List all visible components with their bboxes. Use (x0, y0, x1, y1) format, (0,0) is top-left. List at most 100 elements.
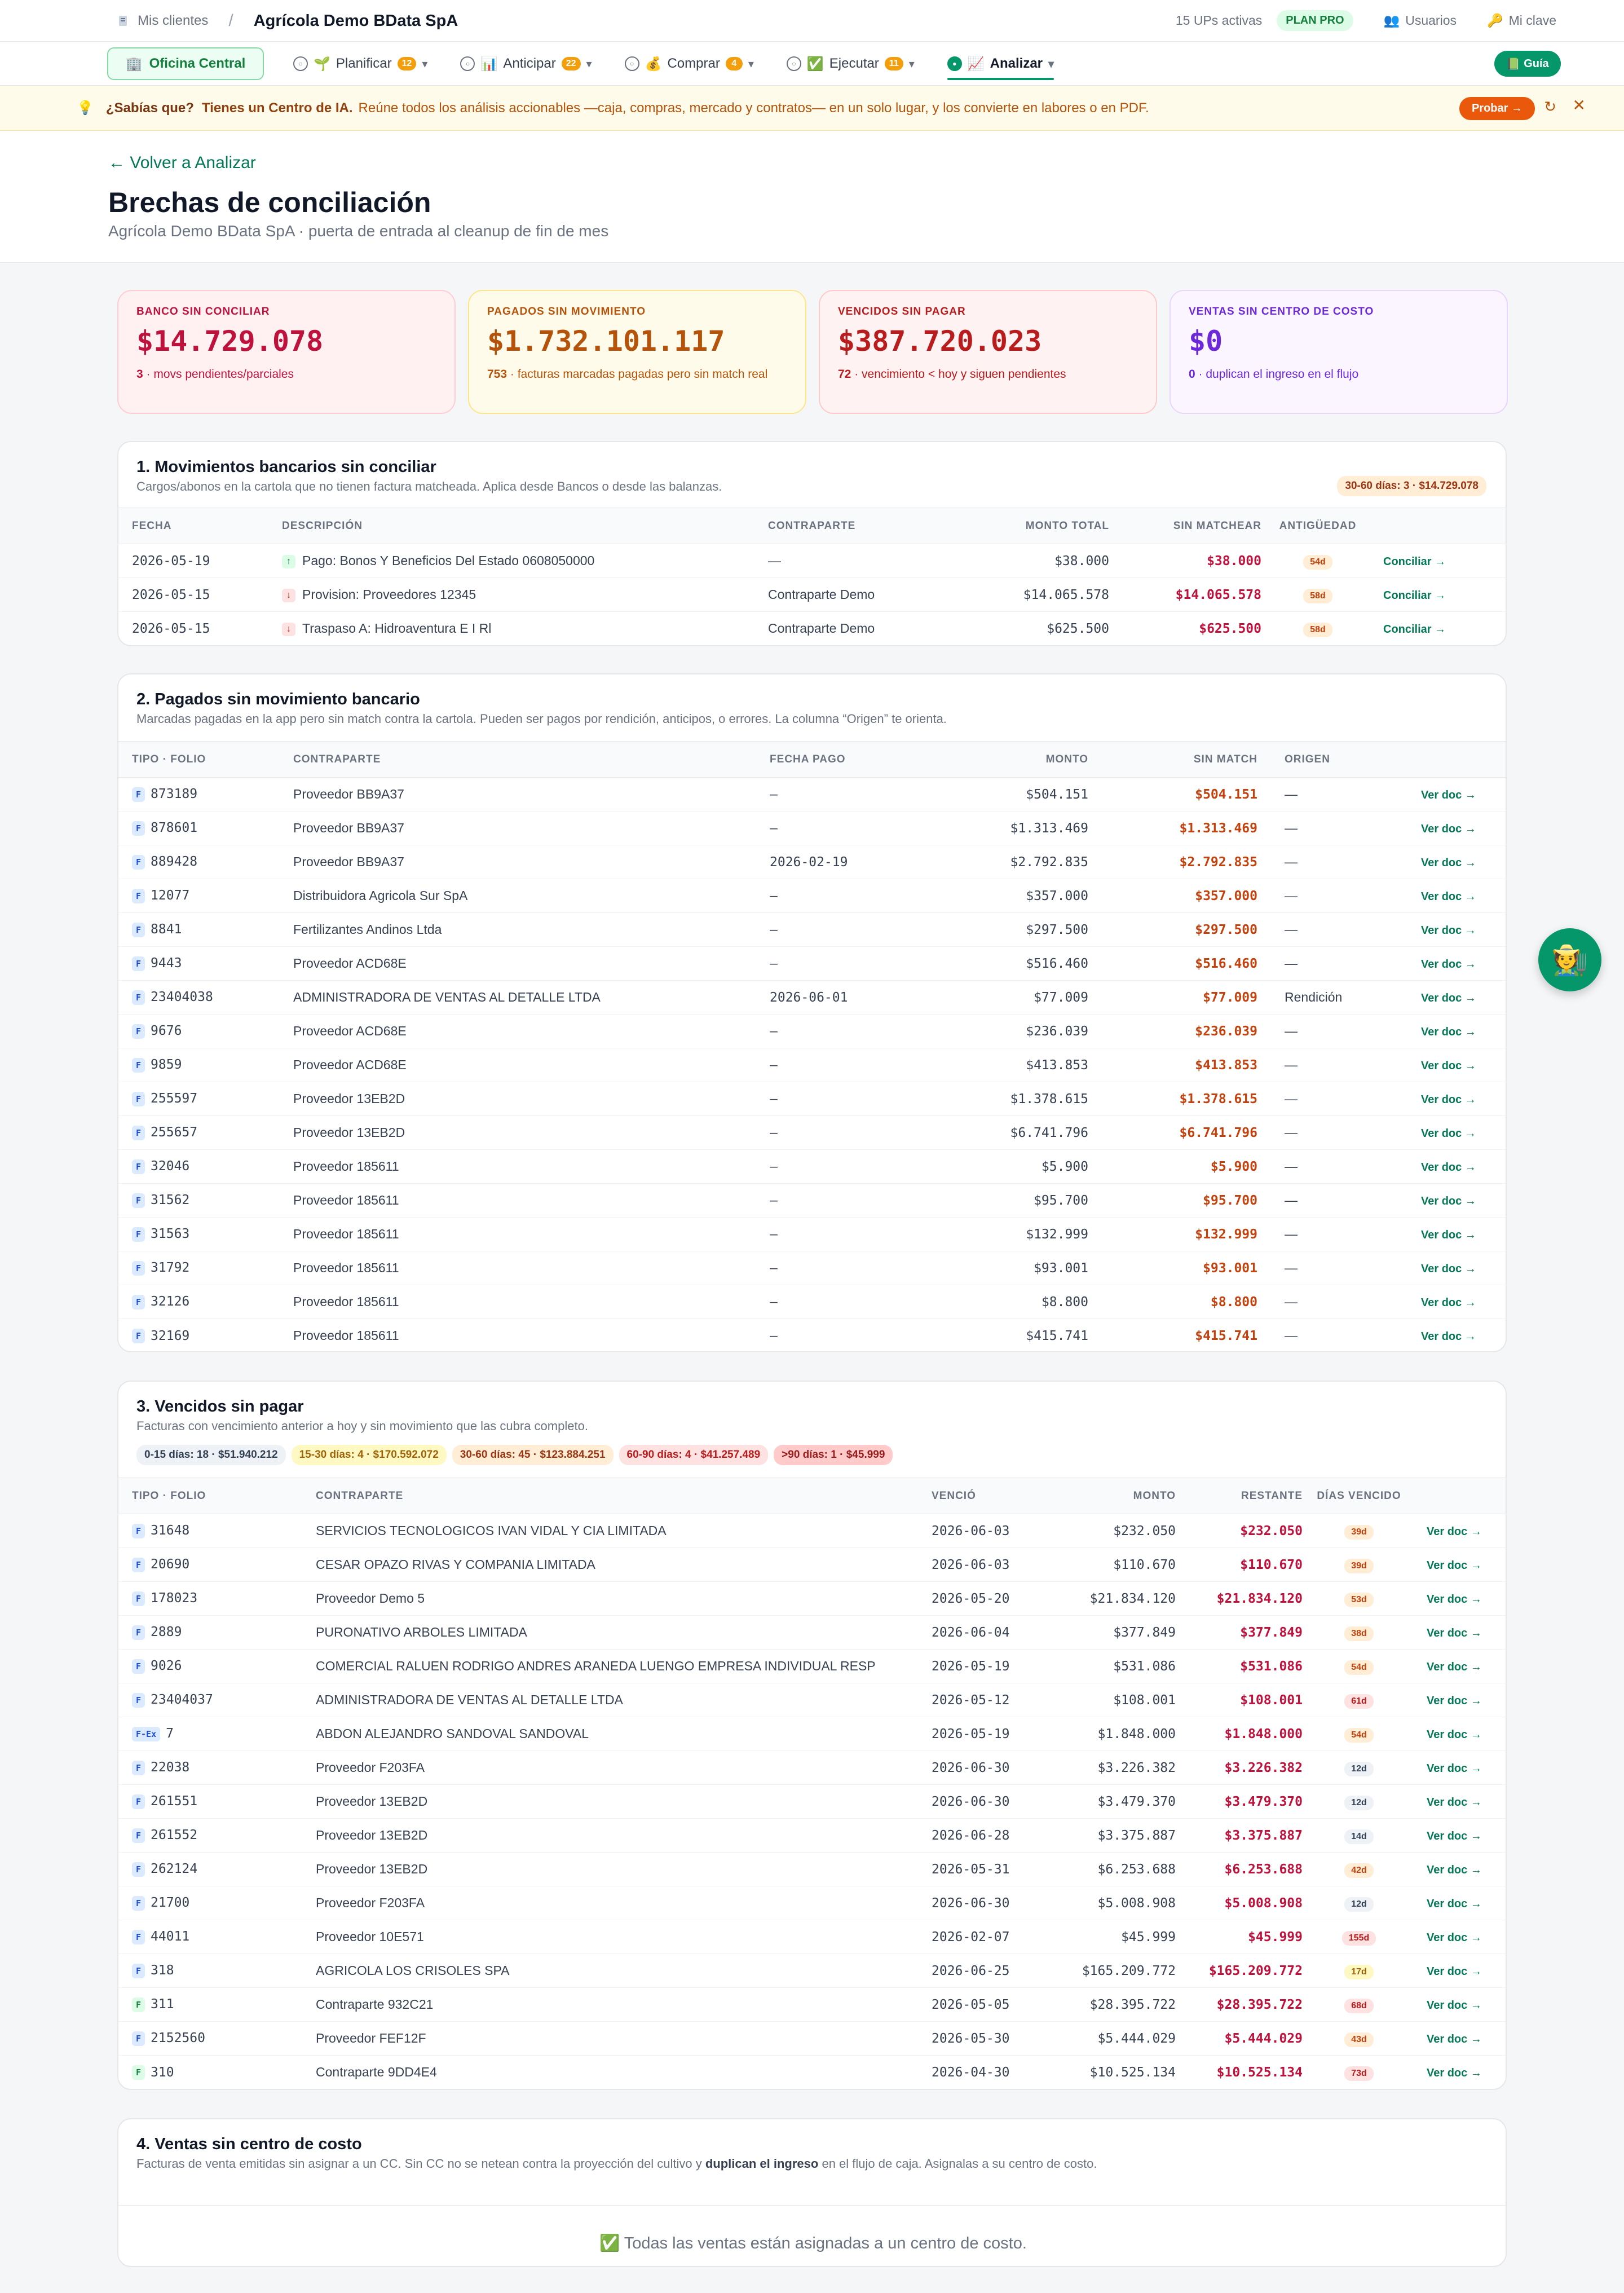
folio-text[interactable]: 178023 (151, 1591, 197, 1606)
conciliar-link[interactable]: Conciliar → (1383, 555, 1446, 568)
view-doc-link[interactable]: Ver doc → (1427, 1762, 1482, 1775)
view-doc-link[interactable]: Ver doc → (1427, 1864, 1482, 1876)
folio-text[interactable]: 2152560 (151, 2031, 205, 2045)
folio-text[interactable]: 255657 (151, 1125, 197, 1140)
view-doc-link[interactable]: Ver doc → (1427, 1695, 1482, 1707)
view-doc-link[interactable]: Ver doc → (1421, 789, 1476, 801)
view-doc-link[interactable]: Ver doc → (1427, 1796, 1482, 1809)
view-doc-link[interactable]: Ver doc → (1427, 1898, 1482, 1910)
aging-chip-60-90[interactable]: 60-90 días: 4 · $41.257.489 (619, 1445, 769, 1465)
folio-text[interactable]: 31562 (151, 1193, 189, 1207)
folio-text[interactable]: 12077 (151, 888, 189, 903)
aging-chip-30-60[interactable]: 30-60 días: 45 · $123.884.251 (452, 1445, 614, 1465)
col-origen[interactable]: ORIGEN (1257, 741, 1376, 778)
tab-planificar[interactable]: ○ 🌱 Planificar 12 ▾ (293, 42, 427, 86)
folio-text[interactable]: 318 (151, 1963, 174, 1978)
folio-text[interactable]: 889428 (151, 854, 197, 869)
try-button[interactable]: Probar → (1459, 97, 1535, 120)
assistant-fab-button[interactable]: 🧑‍🌾 (1538, 928, 1601, 991)
kpi-card-vencidos[interactable]: VENCIDOS SIN PAGAR $387.720.023 72 · ven… (819, 290, 1157, 414)
folio-text[interactable]: 44011 (151, 1929, 189, 1944)
col-sin-matchear[interactable]: SIN MATCHEAR (1109, 508, 1261, 544)
col-vencio[interactable]: VENCIÓ (932, 1478, 1061, 1514)
folio-text[interactable]: 310 (151, 2065, 174, 2080)
tab-ejecutar[interactable]: ○ ✅ Ejecutar 11 ▾ (786, 42, 915, 86)
view-doc-link[interactable]: Ver doc → (1421, 924, 1476, 937)
folio-text[interactable]: 32126 (151, 1294, 189, 1309)
view-doc-link[interactable]: Ver doc → (1421, 1263, 1476, 1275)
col-tipo-folio[interactable]: TIPO · FOLIO (118, 1478, 316, 1514)
kpi-card-ventas[interactable]: VENTAS SIN CENTRO DE COSTO $0 0 · duplic… (1170, 290, 1508, 414)
folio-text[interactable]: 2889 (151, 1625, 182, 1639)
folio-text[interactable]: 32169 (151, 1329, 189, 1343)
aging-chip-0-15[interactable]: 0-15 días: 18 · $51.940.212 (136, 1445, 286, 1465)
conciliar-link[interactable]: Conciliar → (1383, 623, 1446, 636)
view-doc-link[interactable]: Ver doc → (1427, 1728, 1482, 1741)
my-key-link[interactable]: 🔑 Mi clave (1487, 13, 1556, 28)
folio-text[interactable]: 8841 (151, 922, 182, 937)
view-doc-link[interactable]: Ver doc → (1421, 1093, 1476, 1106)
aging-chip-15-30[interactable]: 15-30 días: 4 · $170.592.072 (291, 1445, 447, 1465)
folio-text[interactable]: 261552 (151, 1828, 197, 1842)
view-doc-link[interactable]: Ver doc → (1421, 1195, 1476, 1207)
view-doc-link[interactable]: Ver doc → (1421, 1330, 1476, 1343)
view-doc-link[interactable]: Ver doc → (1421, 890, 1476, 903)
aging-chip-90-plus[interactable]: >90 días: 1 · $45.999 (774, 1445, 893, 1465)
folio-text[interactable]: 21700 (151, 1895, 189, 1910)
col-sin-match[interactable]: SIN MATCH (1088, 741, 1257, 778)
col-fecha-pago[interactable]: FECHA PAGO (770, 741, 976, 778)
col-restante[interactable]: RESTANTE (1176, 1478, 1303, 1514)
view-doc-link[interactable]: Ver doc → (1421, 958, 1476, 971)
refresh-icon[interactable]: ↻ (1544, 98, 1556, 116)
view-doc-link[interactable]: Ver doc → (1421, 1026, 1476, 1038)
view-doc-link[interactable]: Ver doc → (1421, 1161, 1476, 1174)
breadcrumb-clients-link[interactable]: Mis clientes (138, 13, 208, 29)
col-dias-vencido[interactable]: DÍAS VENCIDO (1303, 1478, 1415, 1514)
view-doc-link[interactable]: Ver doc → (1421, 992, 1476, 1004)
col-antiguedad[interactable]: ANTIGÜEDAD (1261, 508, 1374, 544)
folio-text[interactable]: 31648 (151, 1523, 189, 1538)
kpi-card-banco[interactable]: BANCO SIN CONCILIAR $14.729.078 3 · movs… (117, 290, 456, 414)
folio-text[interactable]: 9443 (151, 956, 182, 971)
view-doc-link[interactable]: Ver doc → (1427, 1627, 1482, 1639)
folio-text[interactable]: 31563 (151, 1227, 189, 1241)
folio-text[interactable]: 22038 (151, 1760, 189, 1775)
view-doc-link[interactable]: Ver doc → (1427, 2033, 1482, 2045)
view-doc-link[interactable]: Ver doc → (1421, 857, 1476, 869)
folio-text[interactable]: 873189 (151, 787, 197, 801)
view-doc-link[interactable]: Ver doc → (1421, 1127, 1476, 1140)
folio-text[interactable]: 255597 (151, 1091, 197, 1106)
users-link[interactable]: 👥 Usuarios (1384, 13, 1457, 28)
folio-text[interactable]: 23404038 (151, 990, 213, 1004)
view-doc-link[interactable]: Ver doc → (1427, 1999, 1482, 2012)
folio-text[interactable]: 878601 (151, 821, 197, 835)
col-descripcion[interactable]: DESCRIPCIÓN (282, 508, 768, 544)
conciliar-link[interactable]: Conciliar → (1383, 589, 1446, 602)
kpi-card-pagados[interactable]: PAGADOS SIN MOVIMIENTO $1.732.101.117 75… (468, 290, 806, 414)
view-doc-link[interactable]: Ver doc → (1427, 1525, 1482, 1538)
view-doc-link[interactable]: Ver doc → (1421, 1297, 1476, 1309)
view-doc-link[interactable]: Ver doc → (1421, 1229, 1476, 1241)
folio-text[interactable]: 262124 (151, 1862, 197, 1876)
folio-text[interactable]: 9676 (151, 1024, 182, 1038)
col-contraparte[interactable]: CONTRAPARTE (768, 508, 960, 544)
oficina-central-button[interactable]: 🏢 Oficina Central (107, 47, 264, 80)
view-doc-link[interactable]: Ver doc → (1421, 823, 1476, 835)
col-fecha[interactable]: FECHA (118, 508, 282, 544)
tab-analizar[interactable]: ● 📈 Analizar ▾ (947, 42, 1054, 86)
folio-text[interactable]: 20690 (151, 1557, 189, 1572)
guide-button[interactable]: 📗 Guía (1494, 51, 1561, 77)
col-contraparte[interactable]: CONTRAPARTE (293, 741, 770, 778)
view-doc-link[interactable]: Ver doc → (1427, 1965, 1482, 1978)
folio-text[interactable]: 9859 (151, 1057, 182, 1072)
col-contraparte[interactable]: CONTRAPARTE (316, 1478, 932, 1514)
view-doc-link[interactable]: Ver doc → (1427, 2067, 1482, 2079)
back-link[interactable]: ← Volver a Analizar (108, 153, 256, 173)
folio-text[interactable]: 31792 (151, 1260, 189, 1275)
tab-anticipar[interactable]: ○ 📊 Anticipar 22 ▾ (460, 42, 592, 86)
col-tipo-folio[interactable]: TIPO · FOLIO (118, 741, 293, 778)
view-doc-link[interactable]: Ver doc → (1427, 1830, 1482, 1842)
folio-text[interactable]: 311 (151, 1997, 174, 2012)
view-doc-link[interactable]: Ver doc → (1427, 1932, 1482, 1944)
col-monto[interactable]: MONTO (1061, 1478, 1176, 1514)
